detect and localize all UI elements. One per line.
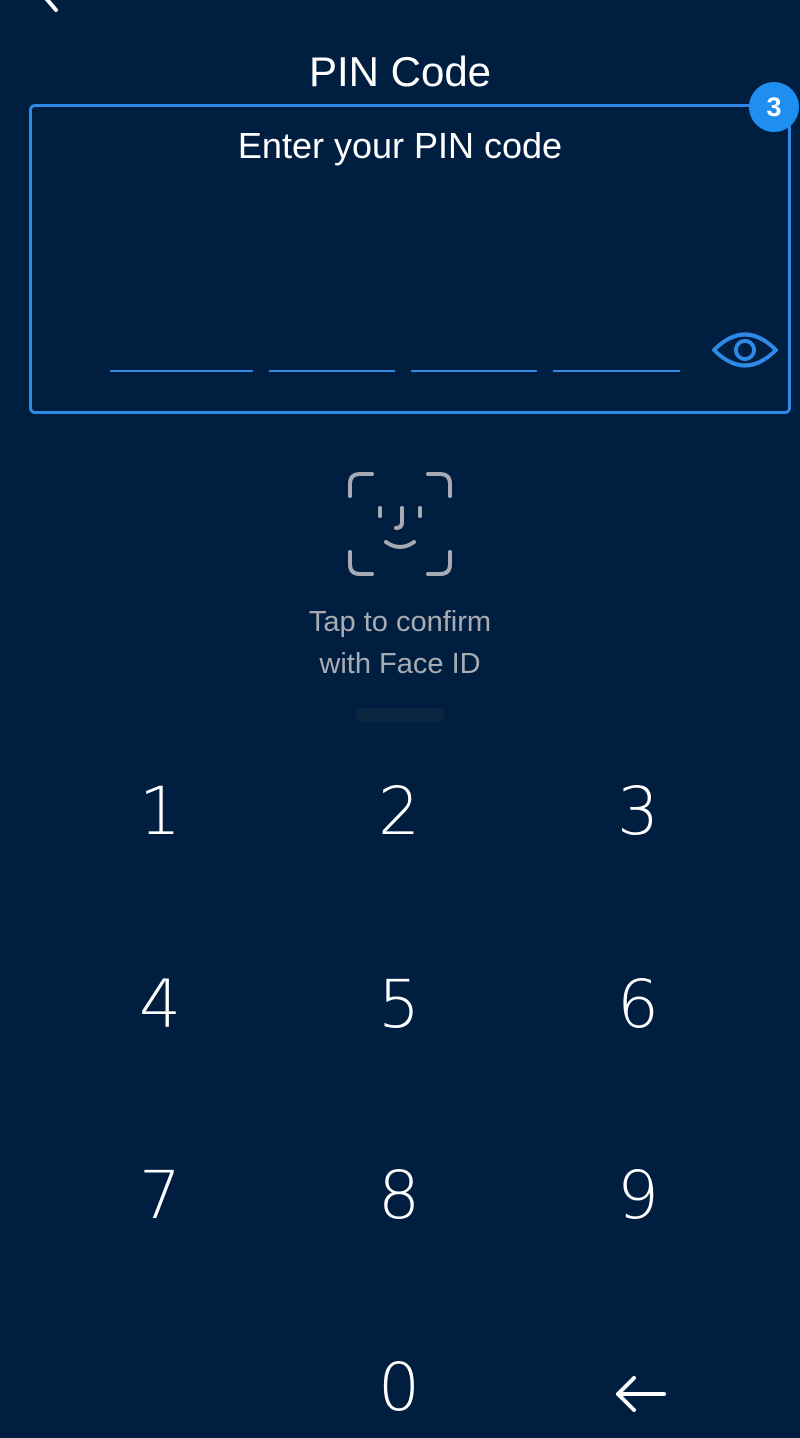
pin-digit-slot[interactable] <box>411 370 537 372</box>
keypad-key-3[interactable]: 3 <box>578 762 698 862</box>
pin-digit-slot[interactable] <box>553 370 680 372</box>
keypad-key-1[interactable]: 1 <box>100 762 220 862</box>
keypad-key-5[interactable]: 5 <box>339 955 459 1055</box>
keypad-key-9[interactable]: 9 <box>578 1146 698 1246</box>
show-pin-button[interactable] <box>710 327 780 373</box>
keypad-key-4[interactable]: 4 <box>100 955 220 1055</box>
keypad-key-0[interactable]: 0 <box>339 1338 459 1438</box>
divider-pill <box>356 708 444 722</box>
face-id-text-line1[interactable]: Tap to confirm <box>0 606 800 639</box>
backspace-icon <box>616 1376 666 1412</box>
face-id-button[interactable] <box>346 470 454 578</box>
back-arrow-icon <box>44 0 58 12</box>
page-title: PIN Code <box>308 48 492 95</box>
back-button[interactable] <box>30 0 70 12</box>
keypad-key-6[interactable]: 6 <box>578 955 698 1055</box>
keypad-key-8[interactable]: 8 <box>339 1146 459 1246</box>
face-id-text-line2[interactable]: with Face ID <box>0 648 800 681</box>
keypad-key-7[interactable]: 7 <box>100 1146 220 1246</box>
pin-prompt: Enter your PIN code <box>237 125 563 166</box>
eye-icon <box>712 332 778 368</box>
pin-digit-slot[interactable] <box>269 370 395 372</box>
pin-digit-slot[interactable] <box>110 370 253 372</box>
face-id-icon <box>348 472 452 576</box>
keypad-key-2[interactable]: 2 <box>339 762 459 862</box>
backspace-button[interactable] <box>590 1360 690 1420</box>
